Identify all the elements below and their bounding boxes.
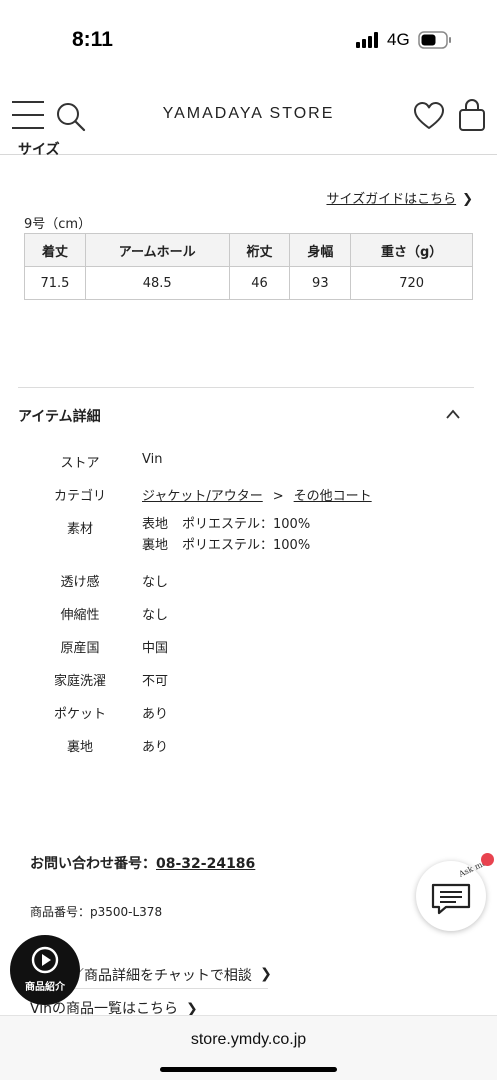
- signal-icon: [356, 32, 380, 48]
- size-guide-link[interactable]: サイズガイドはこちら ❯: [326, 188, 473, 207]
- chevron-up-icon[interactable]: [444, 407, 462, 421]
- detail-label: 素材: [66, 522, 93, 537]
- detail-label: カテゴリ: [53, 489, 106, 504]
- table-cell: 720: [350, 266, 473, 300]
- detail-label: ポケット: [53, 707, 106, 722]
- section-divider: [18, 387, 474, 388]
- material-outer: 表地 ポリエステル：100%: [142, 517, 311, 532]
- detail-label: 原産国: [60, 641, 100, 656]
- detail-value: あり: [142, 707, 169, 722]
- detail-value: なし: [142, 608, 169, 623]
- detail-label: 家庭洗濯: [53, 674, 106, 689]
- chat-consult-link[interactable]: ／商品詳細をチャットで相談 ❯: [70, 965, 272, 989]
- battery-icon: [418, 31, 451, 49]
- detail-value: 表地 ポリエステル：100% 裏地 ポリエステル：100%: [142, 514, 310, 556]
- table-cell: 48.5: [84, 266, 230, 300]
- size-table: 着丈 アームホール 裄丈 身幅 重さ（g） 71.5 48.5 46 93 72…: [24, 233, 473, 300]
- detail-value: Vin: [142, 452, 163, 467]
- chevron-right-icon: ❯: [462, 192, 473, 207]
- detail-value: 不可: [142, 674, 169, 689]
- bag-icon[interactable]: [458, 98, 486, 132]
- detail-value: ジャケット/アウター > その他コート: [142, 485, 372, 504]
- inquiry-number: お問い合わせ番号：08-32-24186: [30, 856, 256, 872]
- video-intro-button[interactable]: 商品紹介: [10, 935, 80, 1005]
- table-header-cell: 重さ（g）: [350, 233, 473, 267]
- detail-label: 伸縮性: [60, 608, 100, 623]
- chevron-right-icon: ❯: [260, 966, 272, 982]
- product-number: 商品番号：p3500-L378: [30, 905, 163, 919]
- url-text: store.ymdy.co.jp: [190, 1031, 307, 1048]
- size-section-heading: サイズ: [18, 142, 60, 157]
- table-header-cell: 身幅: [289, 233, 352, 267]
- play-icon: [31, 946, 59, 974]
- browser-url-bar[interactable]: store.ymdy.co.jp: [0, 1015, 497, 1080]
- notification-dot: [481, 853, 494, 866]
- network-type: 4G: [387, 30, 410, 49]
- table-header-cell: 着丈: [24, 233, 86, 267]
- table-cell: 46: [228, 266, 291, 300]
- home-indicator: [160, 1067, 337, 1072]
- table-header-cell: アームホール: [84, 233, 230, 267]
- status-bar: 8:11 4G: [0, 0, 497, 80]
- detail-value: なし: [142, 575, 169, 590]
- item-details-title[interactable]: アイテム詳細: [18, 406, 101, 426]
- inquiry-phone-link[interactable]: 08-32-24186: [156, 856, 255, 872]
- detail-label: ストア: [60, 456, 100, 471]
- size-unit-label: 9号（cm）: [24, 217, 92, 232]
- status-time: 8:11: [72, 28, 113, 51]
- detail-label: 透け感: [60, 575, 100, 590]
- category-parent-link[interactable]: ジャケット/アウター: [142, 489, 263, 504]
- heart-icon[interactable]: [413, 101, 445, 131]
- video-intro-label: 商品紹介: [25, 982, 65, 993]
- table-header-cell: 裄丈: [228, 233, 291, 267]
- chat-icon: [431, 883, 471, 915]
- table-header-row: 着丈 アームホール 裄丈 身幅 重さ（g）: [24, 233, 473, 267]
- table-cell: 71.5: [24, 266, 86, 300]
- detail-label: 裏地: [66, 740, 93, 755]
- material-lining: 裏地 ポリエステル：100%: [142, 538, 311, 553]
- table-cell: 93: [289, 266, 352, 300]
- detail-value: あり: [142, 740, 169, 755]
- detail-value: 中国: [142, 641, 169, 656]
- category-child-link[interactable]: その他コート: [294, 489, 372, 504]
- table-row: 71.5 48.5 46 93 720: [24, 266, 473, 300]
- breadcrumb-separator: >: [272, 489, 284, 504]
